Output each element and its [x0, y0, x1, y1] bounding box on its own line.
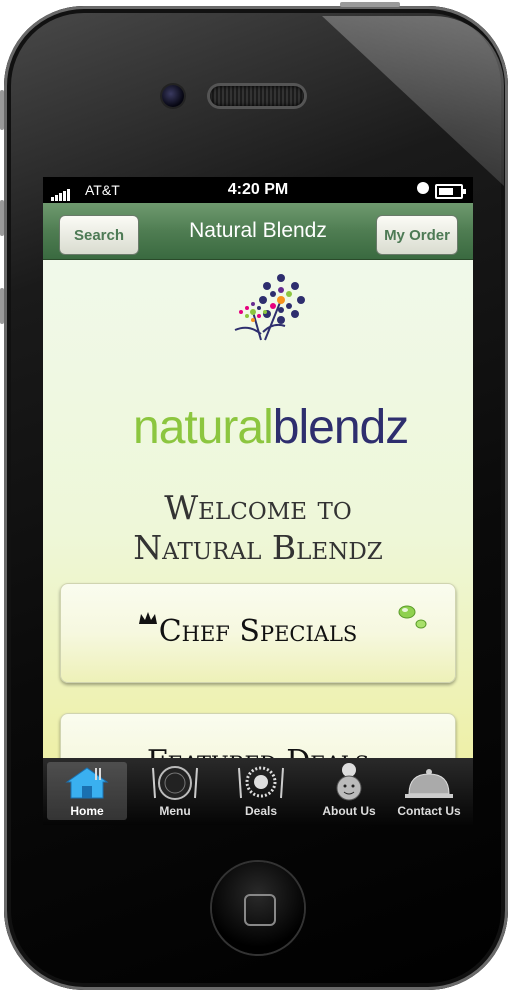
navigation-bar: Search Natural Blendz My Order [43, 203, 473, 260]
house-icon [65, 767, 109, 799]
tab-contact-us-label: Contact Us [397, 804, 461, 818]
welcome-line-1: Welcome to [164, 488, 352, 527]
tab-contact-us[interactable]: Contact Us [389, 762, 469, 820]
sun-plate-icon [238, 766, 284, 799]
tab-about-us[interactable]: About Us [309, 762, 389, 820]
tab-home-label: Home [70, 804, 104, 818]
battery-icon [435, 184, 466, 199]
clock-icon [417, 182, 429, 194]
chef-specials-button[interactable]: Chef Specials [60, 583, 456, 683]
logo-word-natural: natural [133, 401, 274, 454]
status-time: 4:20 PM [227, 181, 289, 198]
brand-logo: naturalblendz [133, 400, 409, 455]
earpiece-speaker [210, 86, 304, 106]
app-screen: AT&T 4:20 PM Search Natural Blendz My Or… [43, 177, 473, 825]
tab-menu-label: Menu [159, 804, 191, 818]
cloche-icon [405, 769, 453, 798]
tab-menu[interactable]: Menu [135, 762, 215, 820]
front-camera [162, 85, 184, 107]
status-bar: AT&T 4:20 PM [43, 177, 473, 203]
volume-down-button [0, 288, 4, 324]
tab-deals[interactable]: Deals [221, 762, 301, 820]
my-order-button[interactable]: My Order [376, 215, 458, 255]
logo-word-blendz: blendz [272, 401, 409, 454]
home-square-icon [244, 894, 276, 926]
volume-up-button [0, 200, 4, 236]
tab-deals-label: Deals [244, 804, 278, 818]
logo-flower-icon [234, 274, 305, 341]
main-content: naturalblendz Welcome to Natural Blendz … [43, 260, 473, 813]
silent-switch [0, 90, 4, 130]
welcome-line-2: Natural Blendz [133, 528, 383, 567]
welcome-heading: Welcome to Natural Blendz [43, 488, 473, 568]
tab-about-us-label: About Us [322, 804, 376, 818]
power-button [340, 2, 400, 7]
home-hardware-button[interactable] [212, 862, 304, 954]
tab-bar: Home Menu Deals About Us Contact Us [43, 758, 473, 825]
plate-icon [152, 766, 198, 800]
chef-specials-label: Chef Specials [158, 614, 358, 649]
chef-icon [336, 763, 362, 801]
tab-home[interactable]: Home [47, 762, 127, 820]
